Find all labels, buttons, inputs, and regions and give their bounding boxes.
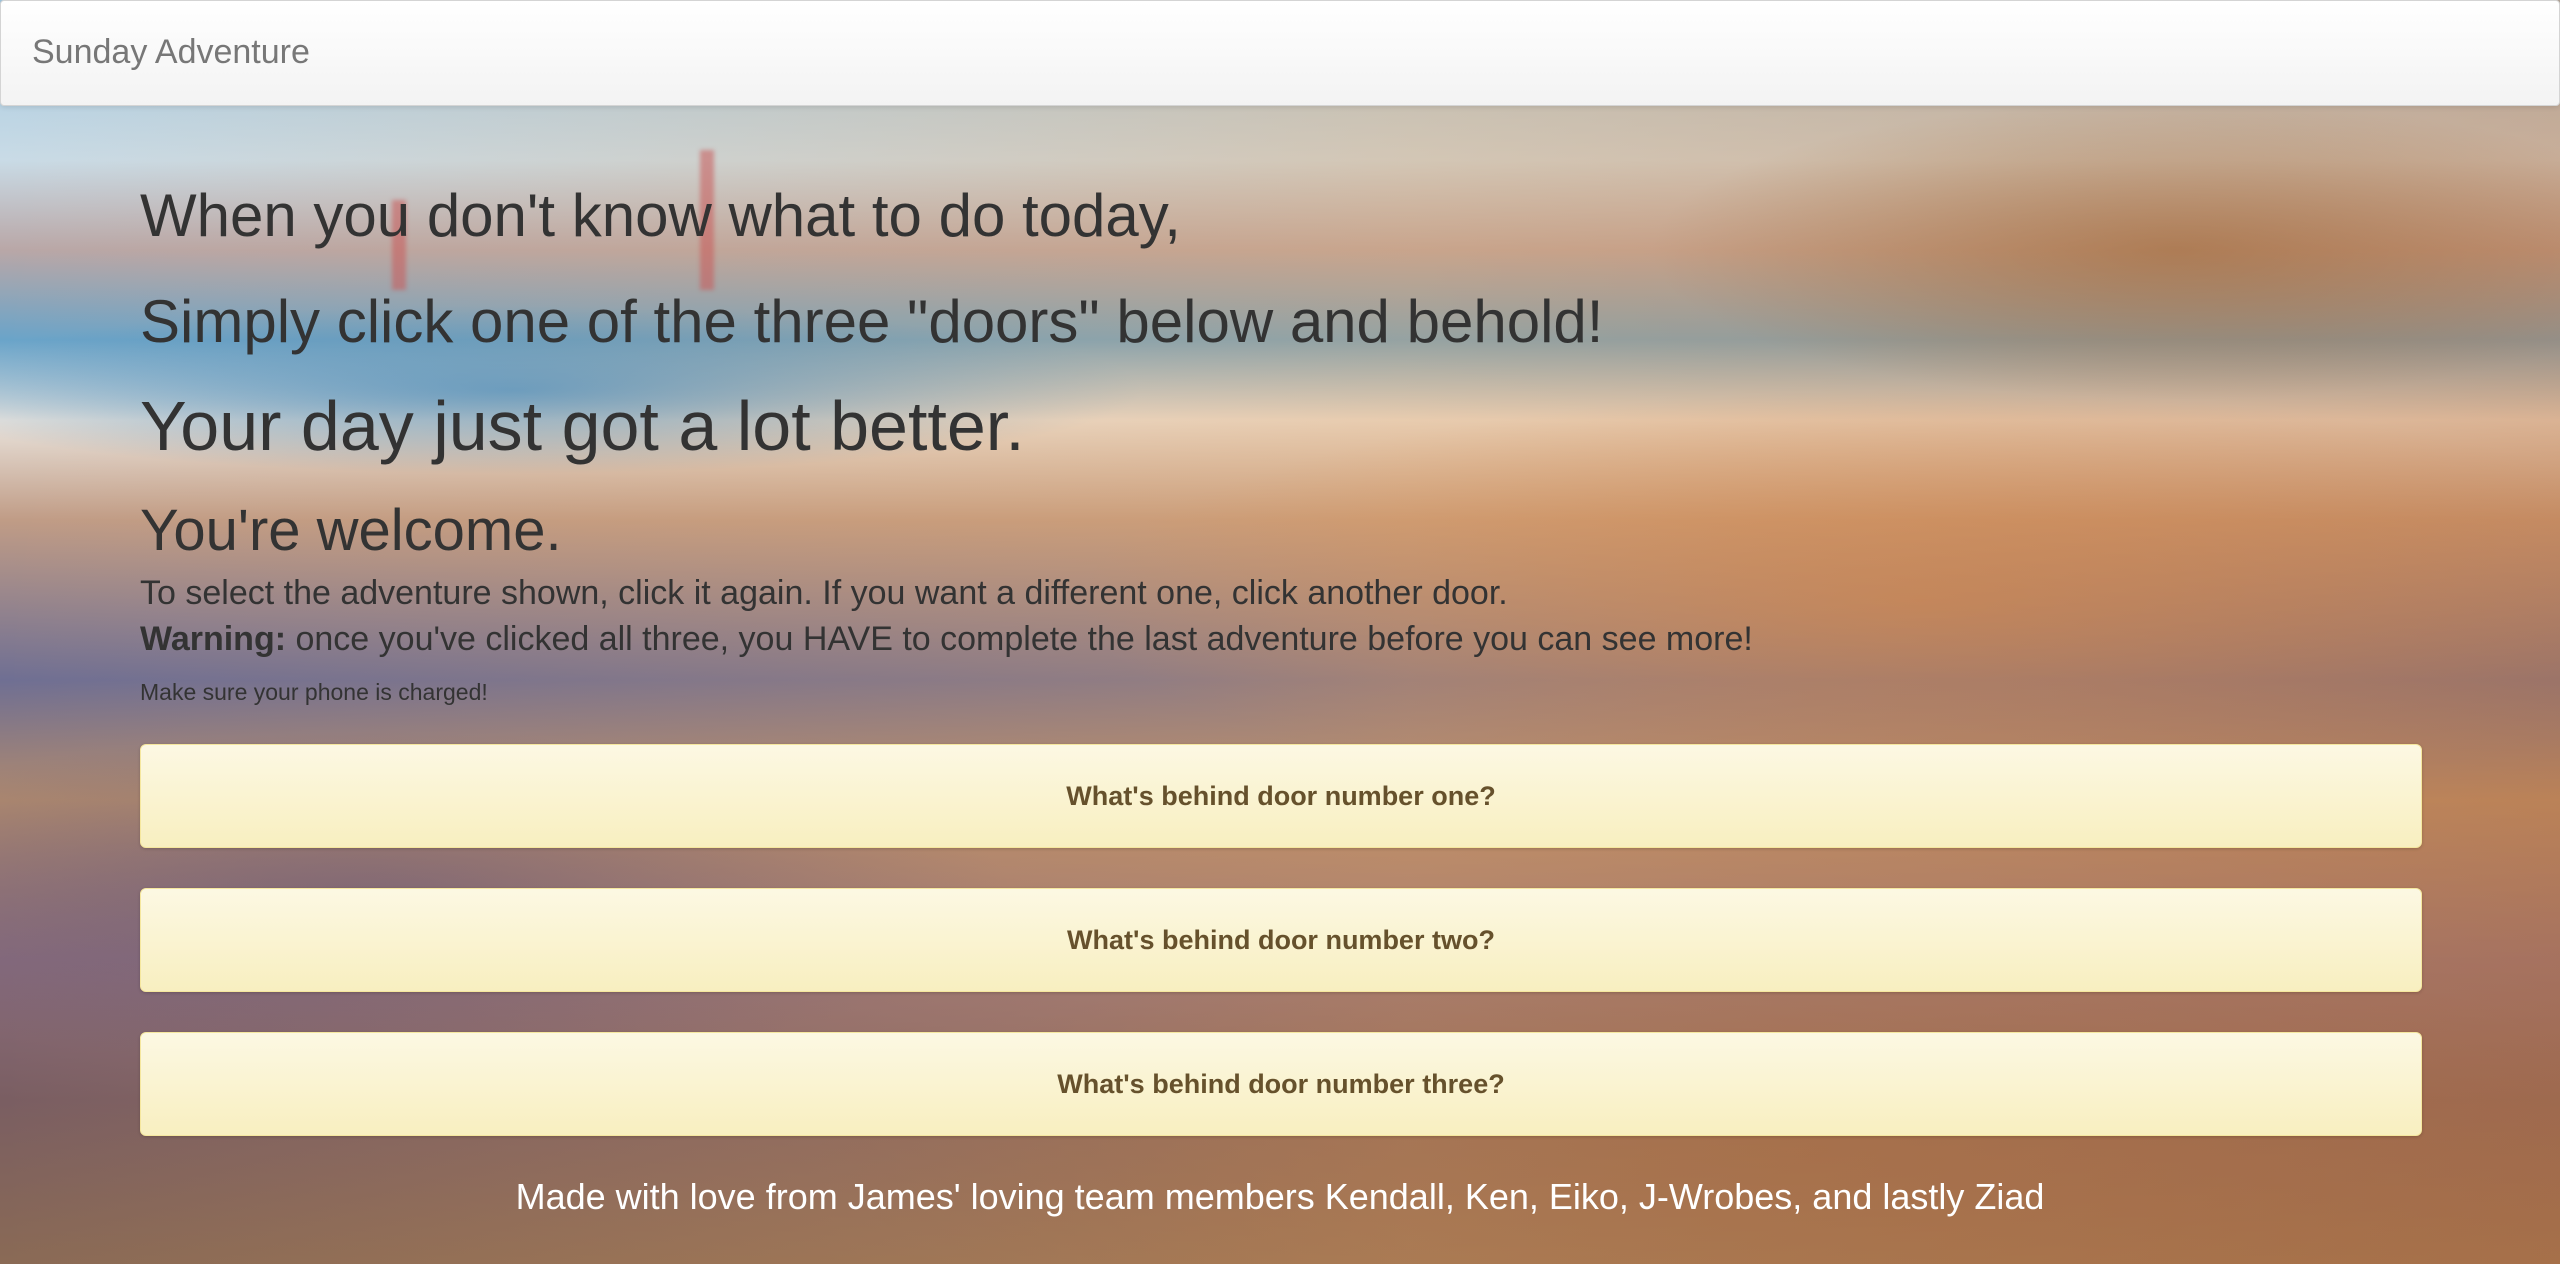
door-three-button[interactable]: What's behind door number three? bbox=[140, 1032, 2422, 1136]
intro-section: When you don't know what to do today, Si… bbox=[140, 180, 2420, 706]
warning-body: once you've clicked all three, you HAVE … bbox=[286, 620, 1753, 658]
door-three-label: What's behind door number three? bbox=[1057, 1068, 1505, 1099]
intro-heading-3: Your day just got a lot better. bbox=[140, 387, 1025, 465]
intro-heading-2: Simply click one of the three "doors" be… bbox=[140, 288, 1604, 355]
navbar: Sunday Adventure bbox=[0, 0, 2560, 106]
warning-label: Warning: bbox=[140, 620, 287, 658]
door-two-label: What's behind door number two? bbox=[1067, 924, 1495, 955]
door-one-label: What's behind door number one? bbox=[1066, 780, 1496, 811]
phone-note: Make sure your phone is charged! bbox=[140, 679, 488, 705]
warning-text: Warning: once you've clicked all three, … bbox=[140, 620, 2420, 658]
door-two-button[interactable]: What's behind door number two? bbox=[140, 888, 2422, 992]
instruction-text: To select the adventure shown, click it … bbox=[140, 574, 1508, 612]
navbar-brand-link[interactable]: Sunday Adventure bbox=[32, 33, 310, 72]
intro-heading-1: When you don't know what to do today, bbox=[140, 182, 1181, 249]
door-one-button[interactable]: What's behind door number one? bbox=[140, 744, 2422, 848]
footer-credits: Made with love from James' loving team m… bbox=[515, 1176, 2045, 1217]
intro-heading-4: You're welcome. bbox=[140, 498, 562, 563]
